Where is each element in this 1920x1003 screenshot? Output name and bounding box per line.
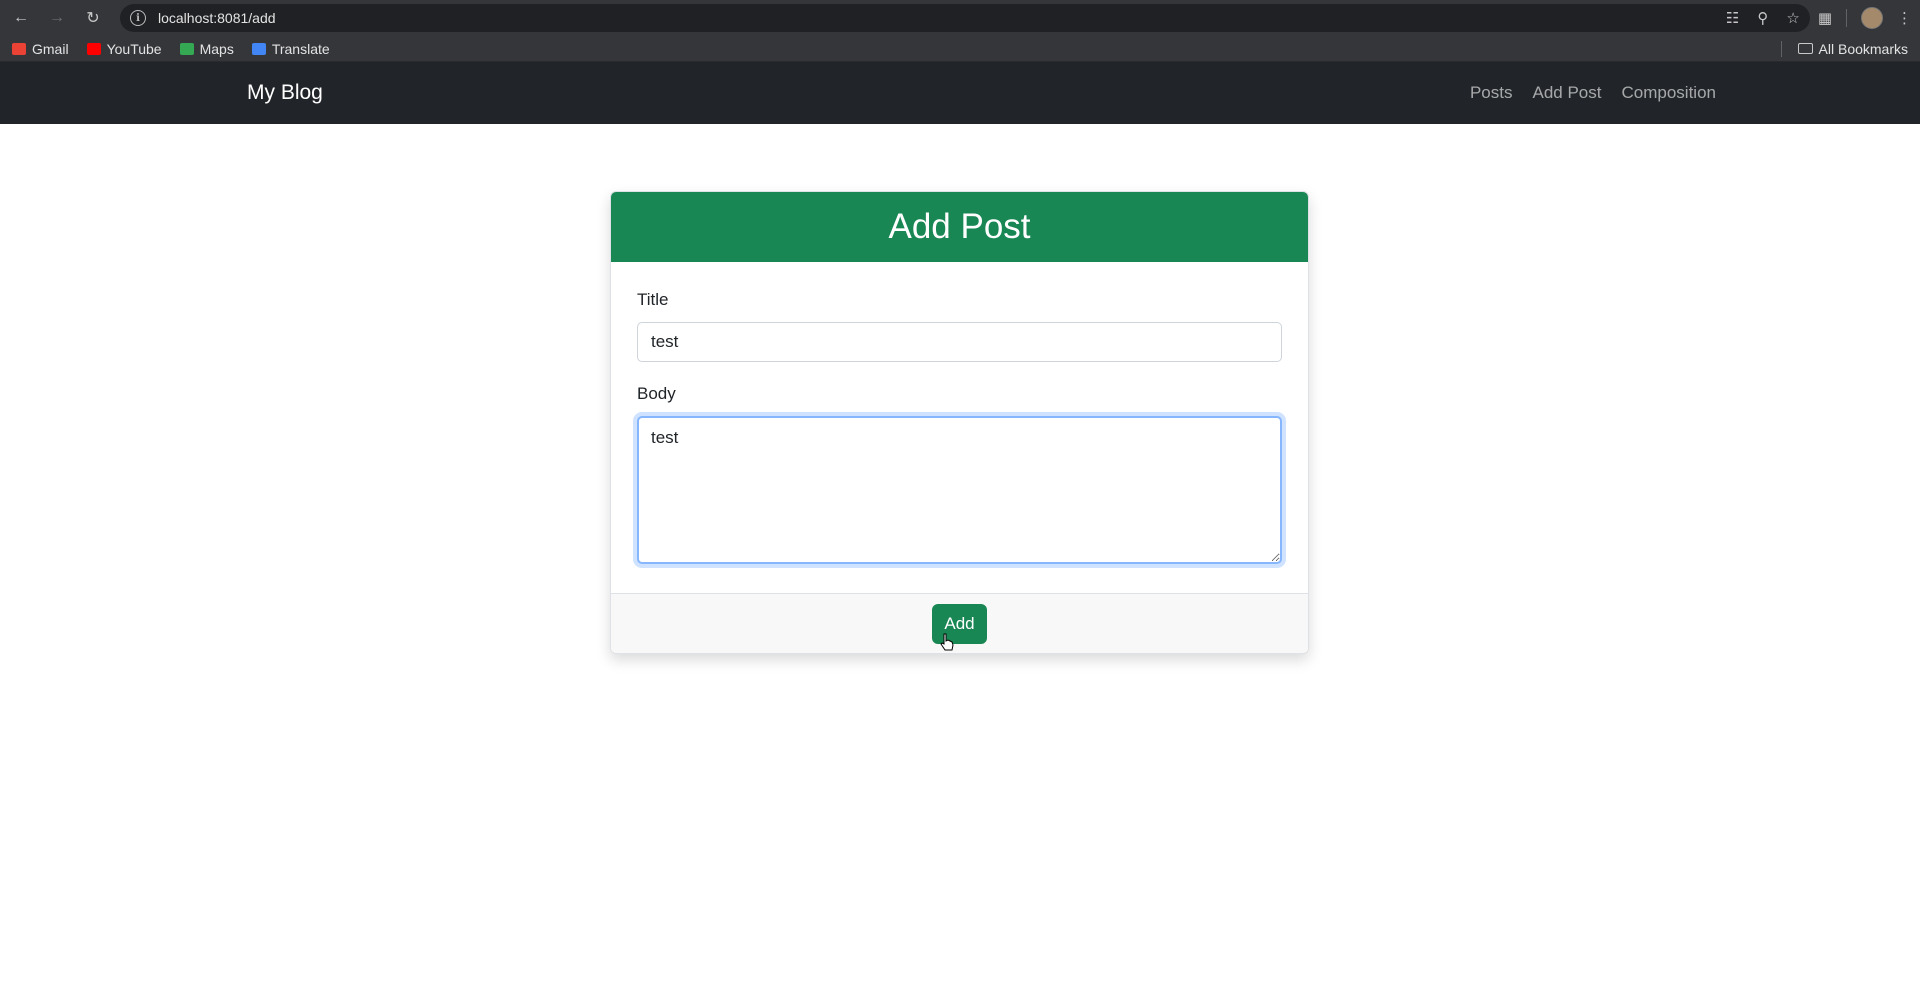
nav-links: Posts Add Post Composition bbox=[1470, 83, 1716, 103]
bookmarks-divider bbox=[1780, 40, 1782, 57]
card-body: Title Body test bbox=[611, 262, 1308, 593]
body-label: Body bbox=[637, 384, 676, 403]
bookmark-gmail[interactable]: Gmail bbox=[12, 41, 69, 57]
site-navbar: My Blog Posts Add Post Composition bbox=[0, 62, 1920, 124]
profile-avatar[interactable] bbox=[1861, 7, 1883, 29]
body-textarea[interactable]: test bbox=[637, 416, 1282, 564]
gmail-icon bbox=[12, 42, 26, 55]
translate-icon[interactable]: ☷ bbox=[1726, 9, 1739, 27]
youtube-icon bbox=[86, 42, 101, 55]
forward-icon[interactable]: → bbox=[44, 5, 70, 31]
hand-cursor-icon bbox=[940, 633, 954, 651]
reload-icon[interactable]: ↻ bbox=[80, 5, 106, 31]
address-bar[interactable]: i localhost:8081/add ☷ ⚲ ☆ bbox=[120, 4, 1810, 32]
nav-link-composition[interactable]: Composition bbox=[1622, 83, 1717, 103]
title-input[interactable] bbox=[637, 322, 1282, 362]
browser-toolbar: ← → ↻ i localhost:8081/add ☷ ⚲ ☆ ▦ ⋮ bbox=[0, 0, 1920, 36]
title-group: Title bbox=[637, 290, 1282, 362]
nav-link-add-post[interactable]: Add Post bbox=[1533, 83, 1602, 103]
translate-bookmark-icon bbox=[251, 42, 266, 55]
bookmark-maps[interactable]: Maps bbox=[179, 41, 234, 57]
add-post-card: Add Post Title Body test Add bbox=[610, 191, 1309, 654]
maps-icon bbox=[179, 42, 194, 55]
url-text: localhost:8081/add bbox=[158, 10, 276, 26]
toolbar-divider bbox=[1846, 9, 1847, 27]
all-bookmarks[interactable]: All Bookmarks bbox=[1780, 40, 1908, 57]
bookmark-star-icon[interactable]: ☆ bbox=[1786, 9, 1799, 27]
zoom-icon[interactable]: ⚲ bbox=[1757, 9, 1768, 27]
bookmark-youtube[interactable]: YouTube bbox=[86, 41, 162, 57]
extensions-icon[interactable]: ▦ bbox=[1818, 9, 1832, 27]
back-icon[interactable]: ← bbox=[8, 5, 34, 31]
title-label: Title bbox=[637, 290, 669, 309]
body-group: Body test bbox=[637, 384, 1282, 569]
menu-icon[interactable]: ⋮ bbox=[1897, 9, 1912, 27]
card-footer: Add bbox=[611, 593, 1308, 653]
card-title: Add Post bbox=[611, 192, 1308, 262]
site-info-icon[interactable]: i bbox=[130, 10, 146, 26]
bookmarks-bar: Gmail YouTube Maps Translate All Bookmar… bbox=[0, 36, 1920, 62]
brand-link[interactable]: My Blog bbox=[247, 81, 323, 105]
folder-icon bbox=[1797, 43, 1813, 54]
bookmark-translate[interactable]: Translate bbox=[251, 41, 330, 57]
nav-link-posts[interactable]: Posts bbox=[1470, 83, 1513, 103]
